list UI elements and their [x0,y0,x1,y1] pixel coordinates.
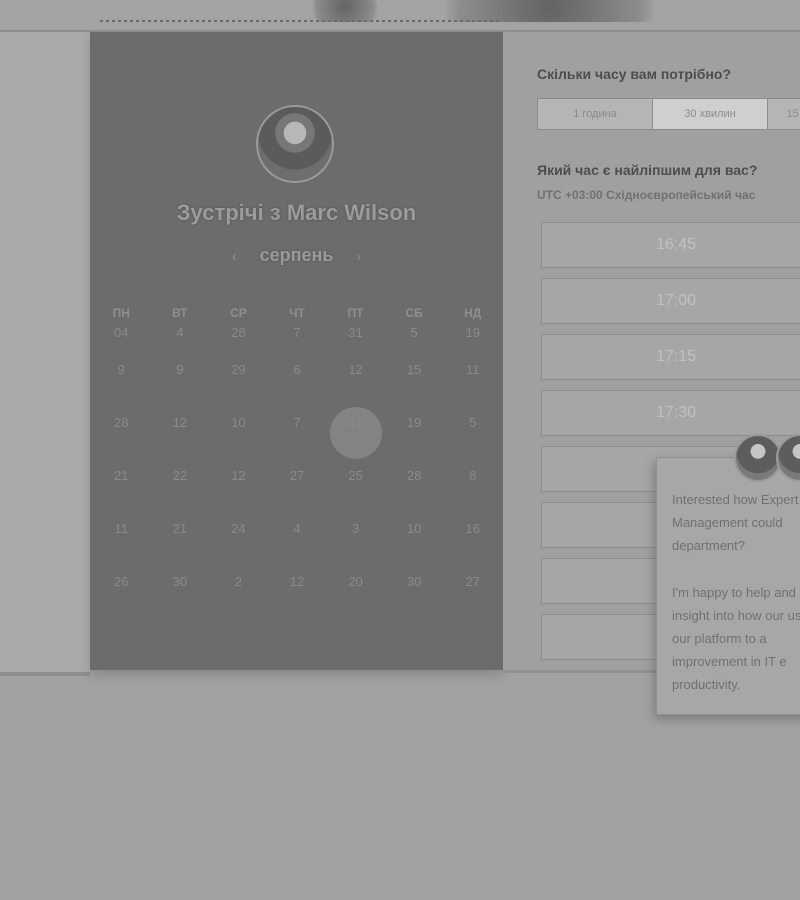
calendar-day[interactable]: 20 [326,572,385,625]
month-label: серпень [259,245,334,265]
host-title: Зустрічі з Marc Wilson [176,200,417,225]
calendar-day[interactable]: 30 [385,572,444,625]
duration-question: Скільки часу вам потрібно? [537,66,732,82]
agent-avatar [734,434,782,482]
chat-message: I'm happy to help and insight into how o… [672,585,800,692]
calendar-day[interactable]: 28 [385,466,444,519]
calendar-day[interactable]: 31 [326,324,385,360]
calendar-grid: ПН ВТ СР ЧТ ПТ СБ НД 04 4 28 7 31 5 19 9… [92,302,502,625]
calendar-day[interactable]: 9 [151,360,210,413]
calendar-day[interactable]: 04 [92,324,151,360]
page-backdrop [0,32,90,676]
calendar-day[interactable]: 27 [443,572,502,625]
calendar-day[interactable]: 25 [326,466,385,519]
calendar-day[interactable]: 22 [151,466,210,519]
time-question: Який час є найліпшим для вас? [537,162,758,178]
host-avatar [256,105,334,183]
calendar-panel: Зустрічі з Marc Wilson ‹ серпень › ПН ВТ… [90,32,503,670]
calendar-day[interactable]: 5 [385,324,444,360]
time-slot[interactable]: 17:00 [541,278,800,324]
calendar-day[interactable]: 4 [268,519,327,572]
calendar-day[interactable]: 12 [326,360,385,413]
calendar-day[interactable]: 12 [151,413,210,466]
time-slot[interactable]: 17:15 [541,334,800,380]
timezone-label[interactable]: UTC +03:00 Східноєвропейський час [537,188,755,202]
calendar-day[interactable]: 5 [443,413,502,466]
chevron-left-icon[interactable]: ‹ [232,248,237,264]
calendar-day[interactable]: 6 [268,360,327,413]
calendar-day[interactable]: 3 [326,519,385,572]
calendar-day[interactable]: 2 [209,572,268,625]
chevron-right-icon[interactable]: › [356,248,361,264]
time-slot[interactable]: 16:45 [541,222,800,268]
calendar-day[interactable]: 19 [443,324,502,360]
weekday-label: СБ [405,306,423,320]
chat-message: Interested how Expert Management could d… [672,492,799,553]
calendar-day[interactable]: 30 [151,572,210,625]
weekday-label: ПТ [347,306,364,320]
calendar-day[interactable]: 19 [385,413,444,466]
calendar-day[interactable]: 12 [209,466,268,519]
calendar-day[interactable]: 10 [209,413,268,466]
weekday-label: ПН [112,306,130,320]
chat-message-body: Interested how Expert Management could d… [672,488,800,720]
calendar-day[interactable]: 7 [268,324,327,360]
calendar-day[interactable]: 8 [443,466,502,519]
calendar-day[interactable]: 15 [385,360,444,413]
calendar-day[interactable]: 26 [92,572,151,625]
calendar-day[interactable]: 9 [92,360,151,413]
calendar-day[interactable]: 11 [92,519,151,572]
banner-divider [100,20,500,22]
weekday-label: СР [230,306,247,320]
calendar-day[interactable]: 10 [385,519,444,572]
calendar-day[interactable]: 7 [268,413,327,466]
calendar-day[interactable]: 16 [443,519,502,572]
duration-option[interactable]: 1 година [538,99,653,129]
calendar-day[interactable]: 21 [151,519,210,572]
calendar-day[interactable]: 29 [209,360,268,413]
calendar-day[interactable]: 24 [209,519,268,572]
time-slot[interactable]: 17:30 [541,390,800,436]
chat-avatars [734,434,800,482]
calendar-day[interactable]: 27 [268,466,327,519]
banner-graphic [300,0,390,22]
top-banner [0,0,800,32]
weekday-label: ЧТ [289,306,305,320]
weekday-label: ВТ [172,306,188,320]
weekday-label: НД [464,306,482,320]
calendar-day[interactable]: 4 [151,324,210,360]
duration-tabs: 1 година 30 хвилин 15 [537,98,800,130]
calendar-day[interactable]: 21 [92,466,151,519]
duration-option[interactable]: 15 [768,99,800,129]
calendar-day[interactable]: 12 [268,572,327,625]
calendar-day[interactable]: 11 [443,360,502,413]
duration-option-active[interactable]: 30 хвилин [653,99,768,129]
month-navigation: ‹ серпень › [90,245,503,266]
calendar-day[interactable]: 28 [209,324,268,360]
banner-graphic [400,0,700,22]
calendar-day-selected[interactable]: 17 [326,406,385,466]
calendar-day[interactable]: 28 [92,413,151,466]
agent-avatar [776,434,800,482]
